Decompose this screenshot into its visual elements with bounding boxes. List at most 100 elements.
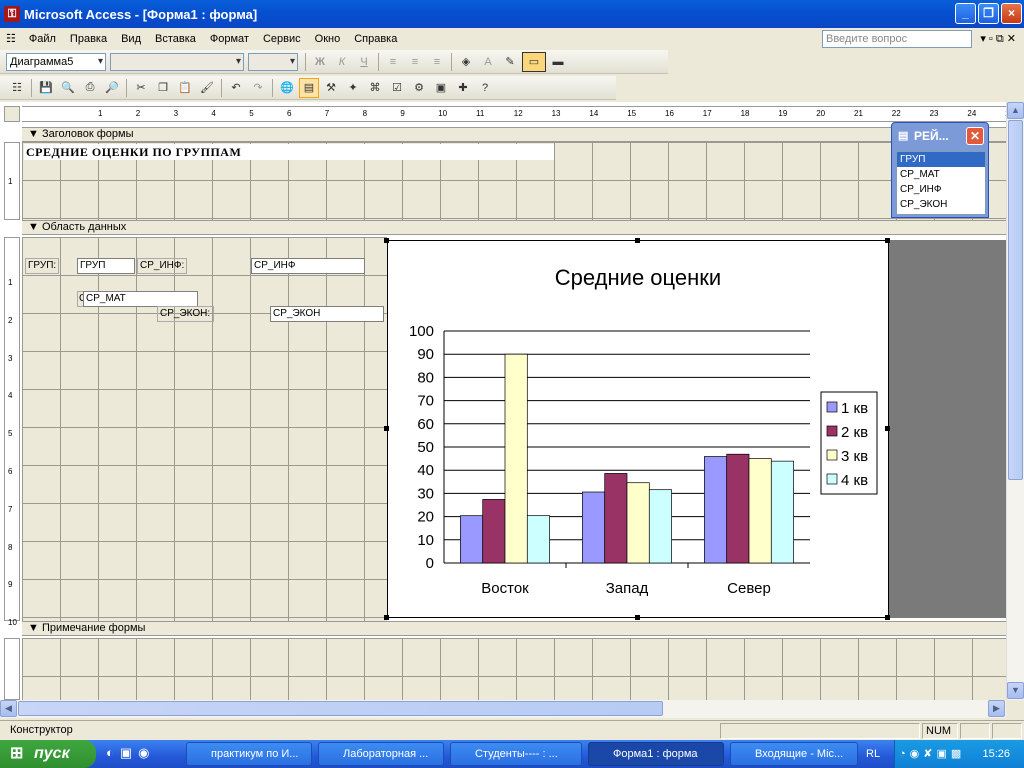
minimize-button[interactable]: _: [955, 3, 976, 24]
bold-icon[interactable]: Ж: [310, 52, 330, 72]
align-left-icon[interactable]: ≡: [383, 52, 403, 72]
start-button[interactable]: ⊞ пуск: [0, 740, 96, 768]
form-selector[interactable]: [4, 106, 20, 122]
field-list-titlebar[interactable]: ▤ РЕЙ... ✕: [892, 123, 988, 149]
line-width-icon[interactable]: ▬: [548, 52, 568, 72]
quick-launch[interactable]: ◐▣◉: [106, 745, 176, 763]
fill-color-icon[interactable]: ◈: [456, 52, 476, 72]
menu-window[interactable]: Окно: [308, 29, 348, 49]
autoformat-icon[interactable]: ✦: [343, 78, 363, 98]
sizing-handle[interactable]: [384, 615, 389, 620]
field-list-item[interactable]: СР_МАТ: [897, 167, 985, 182]
help-icon[interactable]: ?: [475, 78, 495, 98]
restore-button[interactable]: ❐: [978, 3, 999, 24]
field-sr-mat[interactable]: СР_МАТ: [83, 291, 198, 307]
save-icon[interactable]: 💾: [36, 78, 56, 98]
task-inbox[interactable]: Входящие - Mic...: [730, 742, 858, 766]
scroll-left-button[interactable]: ◀: [0, 700, 17, 717]
redo-icon[interactable]: ↷: [248, 78, 268, 98]
close-button[interactable]: ×: [1001, 3, 1022, 24]
task-practicum[interactable]: практикум по И...: [186, 742, 312, 766]
document-window-controls[interactable]: ▾ ▫ ⧉ ✕: [974, 30, 1024, 48]
sizing-handle[interactable]: [885, 615, 890, 620]
menu-format[interactable]: Формат: [203, 29, 256, 49]
field-list-item[interactable]: СР_ИНФ: [897, 182, 985, 197]
toolbox-icon[interactable]: ⚒: [321, 78, 341, 98]
line-color-icon[interactable]: ✎: [500, 52, 520, 72]
cut-icon[interactable]: ✂: [131, 78, 151, 98]
object-combo[interactable]: Диаграмма5: [6, 52, 106, 71]
vertical-scroll-thumb[interactable]: [1008, 120, 1023, 480]
format-painter-icon[interactable]: 🖌: [197, 78, 217, 98]
tray-icons[interactable]: ◔◉✘▣▩: [895, 748, 965, 760]
scroll-down-button[interactable]: ▼: [1007, 682, 1024, 699]
print-icon[interactable]: ⎙: [80, 78, 100, 98]
sizing-handle[interactable]: [885, 238, 890, 243]
align-center-icon[interactable]: ≡: [405, 52, 425, 72]
font-size-combo[interactable]: [248, 52, 298, 71]
field-sr-inf[interactable]: СР_ИНФ: [251, 258, 365, 274]
label-grup[interactable]: ГРУП:: [25, 258, 59, 274]
menu-insert[interactable]: Вставка: [148, 29, 203, 49]
field-list-icon[interactable]: ▤: [299, 77, 319, 98]
section-detail[interactable]: ▼ Область данных: [22, 220, 1006, 235]
new-object-icon[interactable]: ✚: [453, 78, 473, 98]
view-icon[interactable]: ☷: [7, 78, 27, 98]
ruler-number: 6: [8, 467, 13, 476]
menu-edit[interactable]: Правка: [63, 29, 114, 49]
field-list-item[interactable]: СР_ЭКОН: [897, 197, 985, 212]
field-list-window[interactable]: ▤ РЕЙ... ✕ ГРУП СР_МАТ СР_ИНФ СР_ЭКОН: [891, 122, 989, 218]
file-search-icon[interactable]: 🔍: [58, 78, 78, 98]
horizontal-scrollbar[interactable]: ◀ ▶: [0, 700, 1006, 718]
section-form-header[interactable]: ▼ Заголовок формы: [22, 127, 1006, 142]
sizing-handle[interactable]: [885, 426, 890, 431]
sizing-handle[interactable]: [384, 238, 389, 243]
task-lab[interactable]: Лабораторная ...: [318, 742, 444, 766]
database-window-icon[interactable]: ▣: [431, 78, 451, 98]
builder-icon[interactable]: ⚙: [409, 78, 429, 98]
sizing-handle[interactable]: [635, 615, 640, 620]
scroll-right-button[interactable]: ▶: [988, 700, 1005, 717]
font-combo[interactable]: [110, 52, 244, 71]
properties-icon[interactable]: ☑: [387, 78, 407, 98]
task-students[interactable]: Студенты---- : ...: [450, 742, 582, 766]
sizing-handle[interactable]: [635, 238, 640, 243]
language-indicator[interactable]: RL: [866, 740, 880, 768]
menu-view[interactable]: Вид: [114, 29, 148, 49]
field-list-item[interactable]: ГРУП: [897, 152, 985, 167]
help-question-input[interactable]: Введите вопрос: [822, 30, 972, 48]
paste-icon[interactable]: 📋: [175, 78, 195, 98]
access-key-icon[interactable]: ⚿: [4, 6, 20, 22]
font-color-icon[interactable]: A: [478, 52, 498, 72]
field-list-close-button[interactable]: ✕: [966, 127, 984, 145]
hyperlink-icon[interactable]: 🌐: [277, 78, 297, 98]
undo-icon[interactable]: ↶: [226, 78, 246, 98]
label-sr-inf[interactable]: СР_ИНФ:: [137, 258, 187, 274]
form-header-title-label[interactable]: СРЕДНИЕ ОЦЕНКИ ПО ГРУППАМ: [24, 144, 554, 160]
special-effect-icon[interactable]: ▭: [522, 51, 546, 72]
form-footer-grid[interactable]: [22, 638, 1006, 700]
separator: [305, 52, 306, 71]
label-sr-econ[interactable]: СР_ЭКОН:: [157, 306, 214, 322]
underline-icon[interactable]: Ч: [354, 52, 374, 72]
print-preview-icon[interactable]: 🔎: [102, 78, 122, 98]
field-grup[interactable]: ГРУП: [77, 258, 135, 274]
scroll-up-button[interactable]: ▲: [1007, 102, 1024, 119]
chart-control[interactable]: Средние оценки 0 10 20 30 40 50 60 70 80 90 100 Вост…: [387, 240, 889, 618]
menu-file[interactable]: Файл: [22, 29, 63, 49]
code-icon[interactable]: ⌘: [365, 78, 385, 98]
menu-tools[interactable]: Сервис: [256, 29, 308, 49]
task-form1[interactable]: Форма1 : форма: [588, 742, 724, 766]
title-bar[interactable]: ⚿ Microsoft Access - [Форма1 : форма] _ …: [0, 0, 1024, 28]
align-right-icon[interactable]: ≡: [427, 52, 447, 72]
sizing-handle[interactable]: [384, 426, 389, 431]
document-control-icon[interactable]: ☷: [0, 29, 22, 49]
vertical-scrollbar[interactable]: ▲ ▼: [1006, 102, 1024, 700]
copy-icon[interactable]: ❐: [153, 78, 173, 98]
section-form-footer[interactable]: ▼ Примечание формы: [22, 621, 1006, 636]
horizontal-scroll-thumb[interactable]: [18, 701, 663, 716]
field-sr-econ[interactable]: СР_ЭКОН: [270, 306, 384, 322]
menu-help[interactable]: Справка: [347, 29, 404, 49]
ruler-number: 20: [816, 109, 826, 118]
italic-icon[interactable]: К: [332, 52, 352, 72]
